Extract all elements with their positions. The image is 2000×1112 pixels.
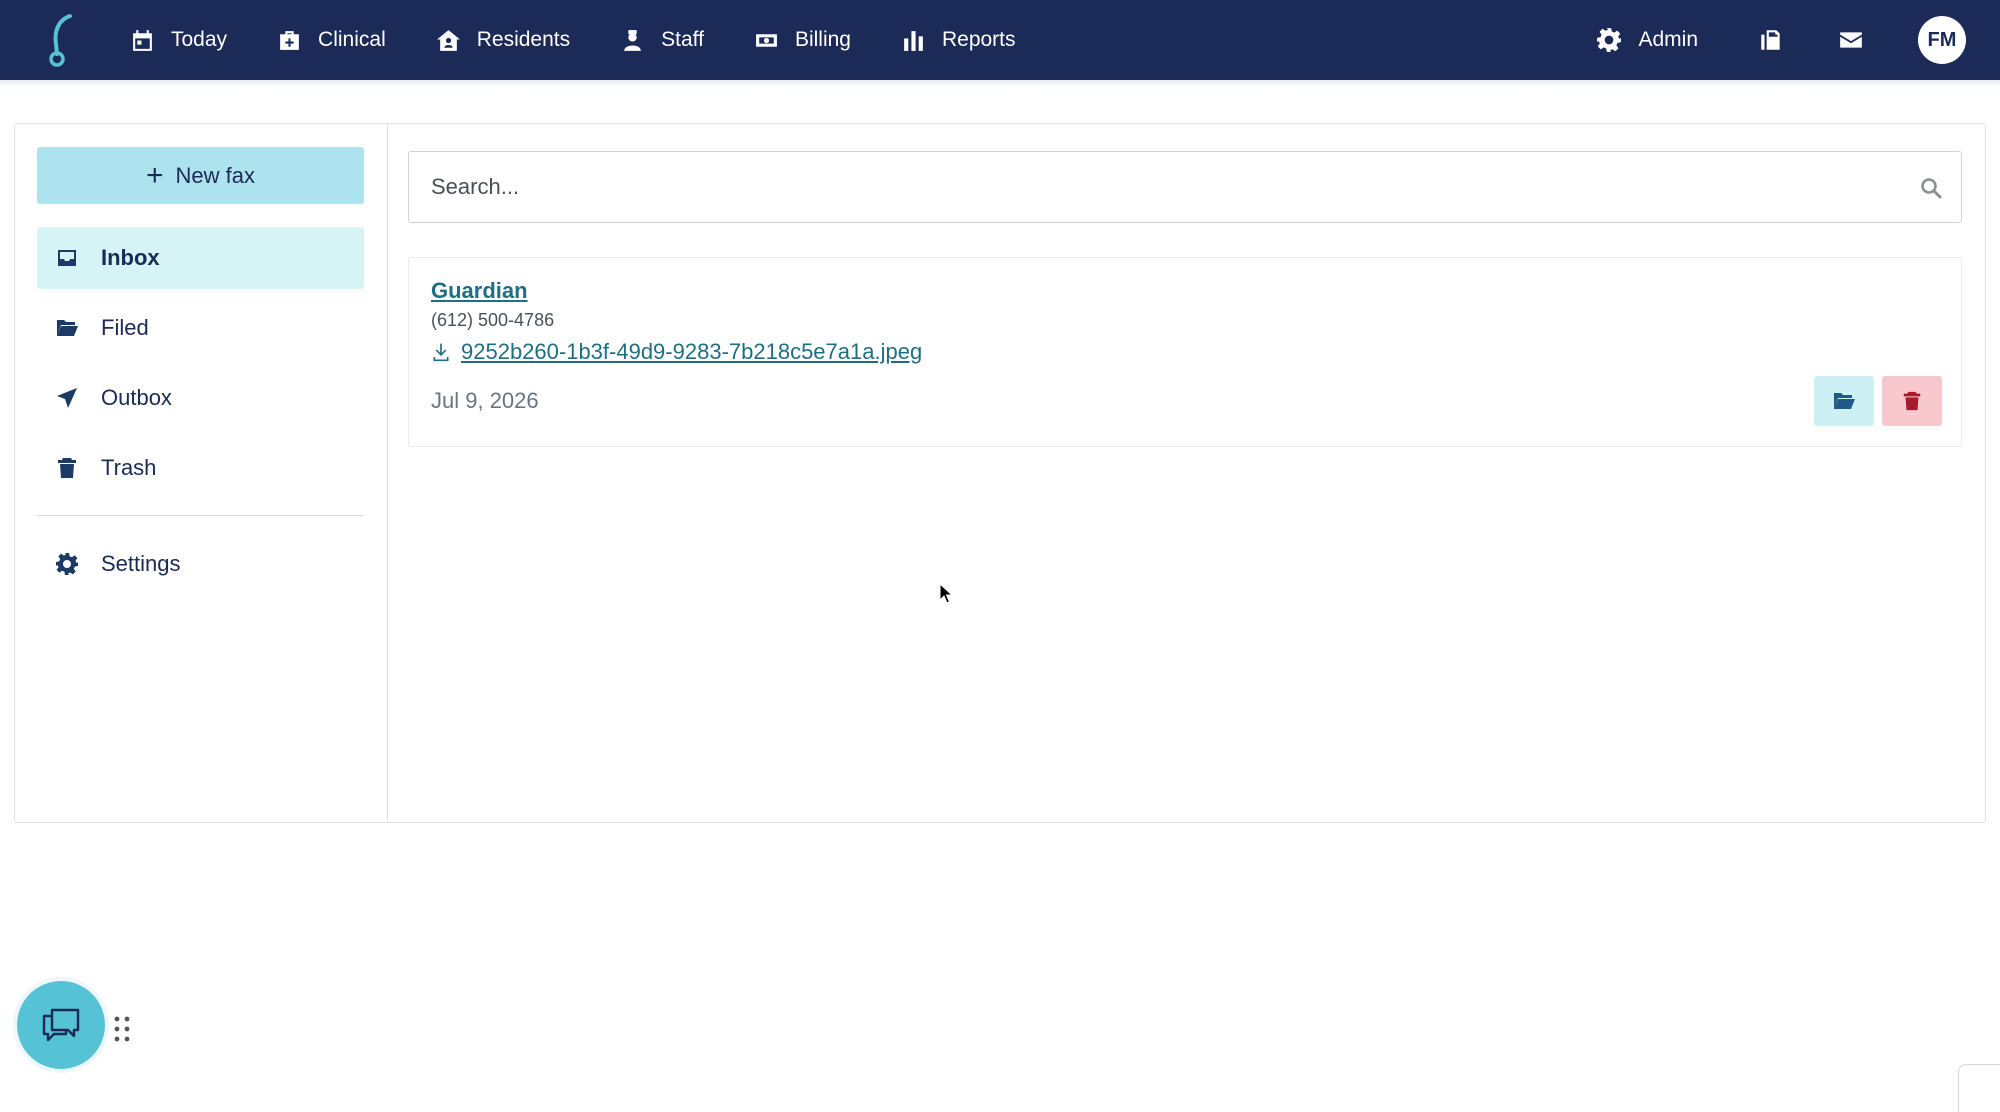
sidebar-item-inbox[interactable]: Inbox xyxy=(37,227,364,289)
folder-open-icon xyxy=(57,320,78,336)
sidebar-divider xyxy=(37,515,364,516)
fax-sidebar: + New fax Inbox Filed Outbox Trash Setti… xyxy=(15,124,388,822)
bar-chart-icon xyxy=(904,30,923,51)
navbar-shadow xyxy=(0,80,2000,86)
nav-today[interactable]: Today xyxy=(130,0,227,80)
search-input[interactable] xyxy=(431,157,1891,217)
fax-panel: + New fax Inbox Filed Outbox Trash Setti… xyxy=(14,123,1986,823)
nav-admin-label: Admin xyxy=(1638,28,1698,51)
nav-staff-label: Staff xyxy=(661,28,704,51)
sidebar-item-label: Settings xyxy=(101,551,181,576)
nav-billing[interactable]: Billing xyxy=(754,0,851,80)
fax-attachment-link[interactable]: 9252b260-1b3f-49d9-9283-7b218c5e7a1a.jpe… xyxy=(431,339,922,365)
house-user-icon xyxy=(436,29,460,51)
gear-icon xyxy=(56,553,78,575)
delete-fax-button[interactable] xyxy=(1882,376,1942,426)
nav-staff[interactable]: Staff xyxy=(620,0,704,80)
user-avatar[interactable]: FM xyxy=(1918,16,1966,64)
medical-kit-icon xyxy=(280,30,299,50)
inbox-icon xyxy=(58,250,76,266)
paper-plane-icon xyxy=(57,388,77,408)
drag-handle-icon[interactable] xyxy=(112,1014,132,1044)
file-fax-button[interactable] xyxy=(1814,376,1874,426)
nav-reports[interactable]: Reports xyxy=(901,0,1016,80)
messages-button[interactable] xyxy=(1838,27,1864,53)
nav-residents-label: Residents xyxy=(476,28,571,51)
new-fax-label: New fax xyxy=(175,162,255,188)
user-nurse-icon xyxy=(624,29,641,51)
avatar-initials: FM xyxy=(1927,28,1957,51)
fax-machine-button[interactable] xyxy=(1758,27,1784,53)
money-icon xyxy=(756,33,777,47)
sidebar-item-trash[interactable]: Trash xyxy=(37,437,364,499)
chat-widget-button[interactable] xyxy=(17,981,105,1069)
calendar-icon xyxy=(133,29,152,51)
sidebar-item-settings[interactable]: Settings xyxy=(37,533,364,595)
nav-today-label: Today xyxy=(171,28,228,51)
folder-open-icon xyxy=(1834,393,1855,409)
fax-sender-link[interactable]: Guardian xyxy=(431,278,528,304)
sidebar-item-label: Inbox xyxy=(101,245,160,270)
fax-attachment-name: 9252b260-1b3f-49d9-9283-7b218c5e7a1a.jpe… xyxy=(461,339,923,364)
nav-admin[interactable]: Admin xyxy=(1596,27,1698,53)
search-icon[interactable] xyxy=(1919,176,1943,200)
sidebar-item-label: Filed xyxy=(101,315,149,340)
sidebar-item-label: Outbox xyxy=(101,385,172,410)
nav-clinical-label: Clinical xyxy=(318,28,386,51)
nav-residents[interactable]: Residents xyxy=(436,0,570,80)
chat-bubbles-icon xyxy=(42,1008,80,1042)
nav-clinical[interactable]: Clinical xyxy=(277,0,386,80)
sidebar-item-label: Trash xyxy=(101,455,157,480)
new-fax-button[interactable]: + New fax xyxy=(37,147,364,204)
top-navbar: Today Clinical Residents Staff Billing R… xyxy=(0,0,2000,80)
app-logo[interactable] xyxy=(40,10,80,70)
nav-reports-label: Reports xyxy=(941,28,1016,51)
fax-phone-number: (612) 500-4786 xyxy=(431,310,555,330)
fax-date: Jul 9, 2026 xyxy=(431,388,539,413)
nav-billing-label: Billing xyxy=(794,28,851,51)
search-box xyxy=(408,151,1962,223)
mouse-cursor-icon xyxy=(939,583,953,604)
envelope-icon xyxy=(1840,32,1862,48)
gear-icon xyxy=(1597,28,1622,52)
plus-icon: + xyxy=(145,158,164,192)
fax-icon xyxy=(1761,30,1780,50)
trash-icon xyxy=(1903,391,1921,411)
sidebar-item-outbox[interactable]: Outbox xyxy=(37,367,364,429)
corner-widget[interactable] xyxy=(1958,1064,2000,1112)
trash-icon xyxy=(58,458,76,478)
fax-list-area: Guardian (612) 500-4786 9252b260-1b3f-49… xyxy=(388,124,1985,822)
fax-list-item: Guardian (612) 500-4786 9252b260-1b3f-49… xyxy=(408,257,1962,447)
download-icon xyxy=(433,343,449,362)
sidebar-item-filed[interactable]: Filed xyxy=(37,297,364,359)
